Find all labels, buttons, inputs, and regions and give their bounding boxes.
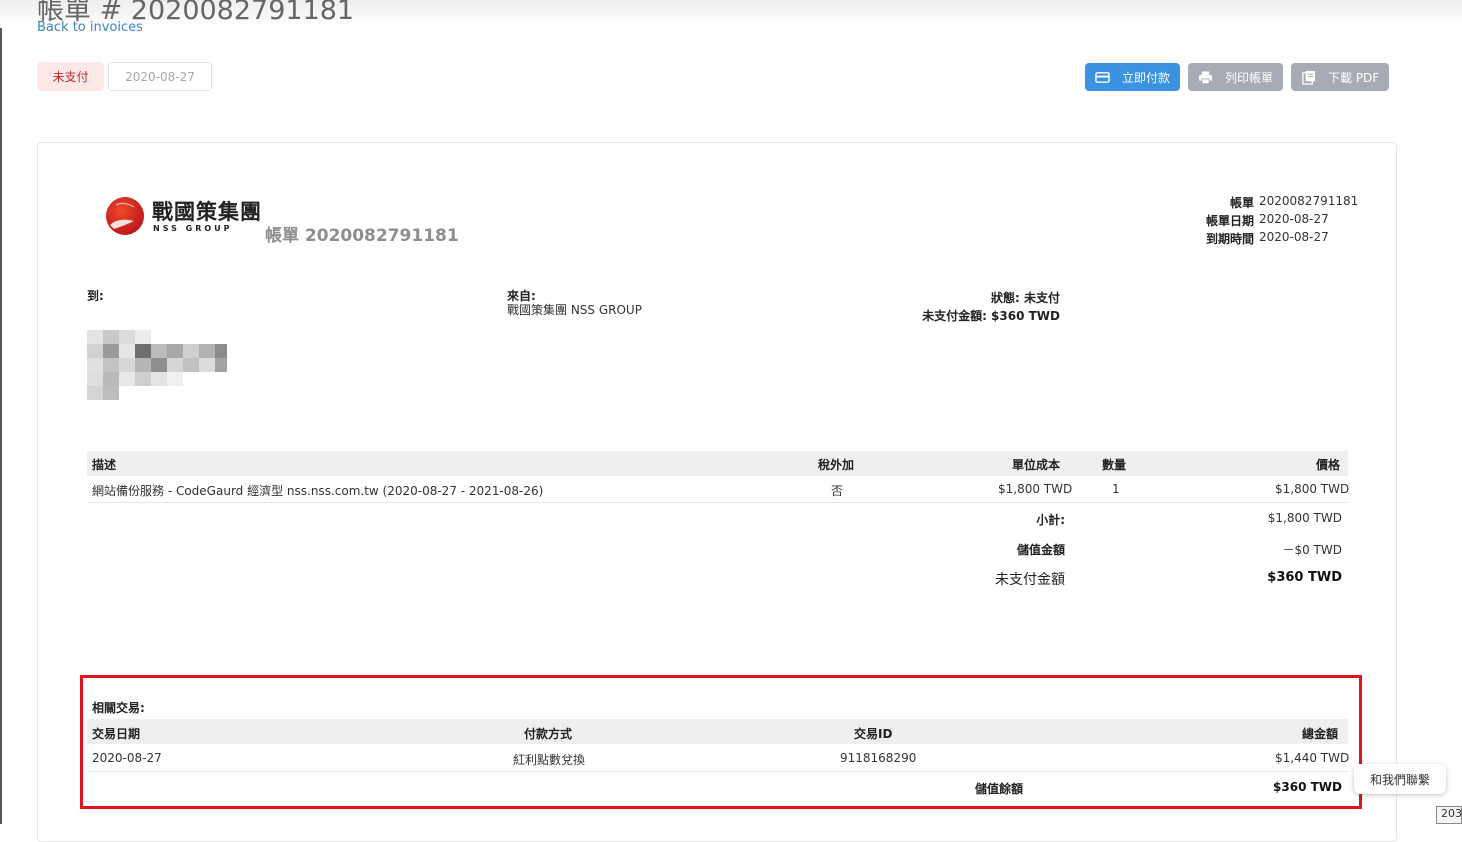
meta-value-invoice: 2020082791181 [1259,194,1359,208]
date-badge: 2020-08-27 [108,62,212,91]
redacted-address [87,330,227,400]
back-to-invoices-link[interactable]: Back to invoices [37,20,143,35]
bill-from-value: 戰國策集團 NSS GROUP [507,303,642,317]
tx-col-id: 交易ID [854,727,893,741]
amount-due-value: $360 TWD [1267,570,1342,585]
download-pdf-button[interactable]: 下載 PDF [1291,63,1389,91]
items-col-description: 描述 [92,458,117,472]
item-unit-cost: $1,800 TWD [998,482,1073,496]
meta-label-due-date: 到期時間 [1205,232,1254,246]
credit-label: 儲值金額 [1016,543,1065,557]
item-tax: 否 [831,484,844,498]
pay-now-label: 立即付款 [1122,70,1171,85]
transactions-title: 相關交易: [92,701,145,715]
amount-due-label: 未支付金額 [995,572,1065,588]
credit-card-icon [1095,71,1110,83]
tx-col-date: 交易日期 [92,727,141,741]
company-logo-english: NSS GROUP [153,224,233,233]
document-icon [1302,70,1316,85]
tx-col-method: 付款方式 [524,727,573,741]
items-table-header [87,451,1348,476]
printer-icon [1198,70,1213,84]
contact-us-button[interactable]: 和我們聯繫 [1354,764,1446,794]
tx-id: 9118168290 [840,751,917,765]
invoice-status: 狀態: 未支付 [991,291,1060,305]
items-col-unit-cost: 單位成本 [1012,458,1061,472]
company-logo-chinese: 戰國策集團 [152,199,262,224]
status-badge: 未支付 [37,62,104,91]
pay-now-button[interactable]: 立即付款 [1085,63,1180,91]
subtotal-value: $1,800 TWD [1267,511,1342,525]
tx-amount: $1,440 TWD [1275,751,1350,765]
item-qty: 1 [1112,482,1120,496]
item-price: $1,800 TWD [1275,482,1350,496]
items-col-price: 價格 [1316,458,1341,472]
tx-row-divider [87,771,1348,772]
invoice-heading: 帳單 2020082791181 [265,226,459,246]
meta-value-due-date: 2020-08-27 [1259,230,1329,244]
items-col-tax: 稅外加 [818,458,855,472]
balance-value: $360 TWD [1273,780,1342,794]
items-col-qty: 數量 [1102,458,1127,472]
meta-value-invoice-date: 2020-08-27 [1259,212,1329,226]
download-pdf-label: 下載 PDF [1328,70,1380,85]
corner-tag: 203 [1436,806,1462,824]
tx-method: 紅利點數兌換 [513,753,586,767]
invoice-unpaid-amount: 未支付金額: $360 TWD [922,309,1060,323]
tx-col-amount: 總金額 [1302,727,1339,741]
transactions-table-header [87,719,1348,744]
bill-to-label: 到: [87,289,104,303]
window-edge [0,0,2,824]
meta-label-invoice: 帳單 [1229,196,1254,210]
item-description: 網站備份服務 - CodeGaurd 經濟型 nss.nss.com.tw (2… [92,484,544,498]
tx-date: 2020-08-27 [92,751,162,765]
meta-label-invoice-date: 帳單日期 [1205,214,1254,228]
print-invoice-button[interactable]: 列印帳單 [1188,63,1283,91]
print-invoice-label: 列印帳單 [1225,70,1274,85]
credit-value: －$0 TWD [1282,543,1342,557]
company-logo-mark [106,197,144,235]
subtotal-label: 小計: [1036,513,1065,527]
balance-label: 儲值餘額 [974,782,1023,796]
row-divider [87,502,1348,503]
